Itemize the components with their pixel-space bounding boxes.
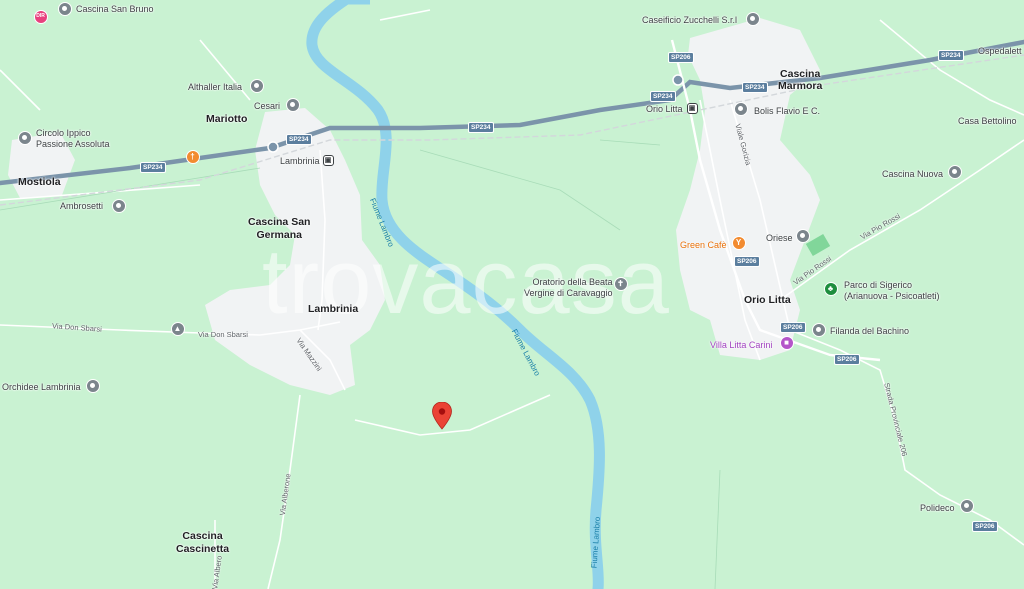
poi-label-althaller[interactable]: Althaller Italia: [188, 82, 242, 93]
poi-marker-icon[interactable]: [112, 199, 126, 213]
poi-label-filanda[interactable]: Filanda del Bachino: [830, 326, 909, 337]
poi-marker-icon[interactable]: [286, 98, 300, 112]
poi-label-polideco[interactable]: Polideco: [920, 503, 955, 514]
shield-sp206-3: SP206: [780, 322, 806, 333]
road-label-via-don-sbarsi-2: Via Don Sbarsi: [198, 330, 248, 339]
poi-label-villa[interactable]: Villa Litta Carini: [710, 340, 772, 351]
poi-label-cesari[interactable]: Cesari: [254, 101, 280, 112]
shield-sp234-3: SP234: [468, 122, 494, 133]
shield-sp234-1: SP234: [140, 162, 166, 173]
poi-label-ambrosetti[interactable]: Ambrosetti: [60, 201, 103, 212]
junction-1: [267, 141, 279, 153]
poi-label-cascina-nuova[interactable]: Cascina Nuova: [882, 169, 943, 180]
shield-sp234-5: SP234: [742, 82, 768, 93]
location-pin-icon[interactable]: [432, 402, 452, 430]
shield-sp234-2: SP234: [286, 134, 312, 145]
shield-sp206-4: SP206: [834, 354, 860, 365]
poi-label-circolo[interactable]: Circolo Ippico Passione Assoluta: [36, 128, 110, 150]
poi-label-parco[interactable]: Parco di Sigerico (Arianuova - Psicoatle…: [844, 280, 940, 302]
shield-sp234-6: SP234: [938, 50, 964, 61]
restaurant-icon[interactable]: †: [186, 150, 200, 164]
poi-label-caseificio[interactable]: Caseificio Zucchelli S.r.l: [642, 15, 737, 26]
church-icon[interactable]: ▲: [171, 322, 185, 336]
poi-marker-icon[interactable]: [948, 165, 962, 179]
poi-marker-icon[interactable]: [812, 323, 826, 337]
shield-sp206-1: SP206: [668, 52, 694, 63]
map-canvas[interactable]: trovacasa Fiume Lambro Fiume Lambro Fium…: [0, 0, 1024, 589]
shield-sp206-5: SP206: [972, 521, 998, 532]
villa-icon[interactable]: ■: [780, 336, 794, 350]
town-label-mariotto: Mariotto: [206, 113, 248, 125]
train-station-icon[interactable]: ▣: [323, 155, 334, 166]
poi-marker-icon[interactable]: [796, 229, 810, 243]
town-label-orio-litta: Orio Litta: [744, 294, 791, 306]
town-label-cascina-cascinetta: Cascina Cascinetta: [176, 530, 230, 555]
church-icon[interactable]: ✝: [614, 277, 628, 291]
shop-icon[interactable]: DIR: [34, 10, 48, 24]
poi-label-orchidee[interactable]: Orchidee Lambrinia: [2, 382, 81, 393]
town-label-ospedaletto: Ospedalett: [978, 46, 1022, 56]
shield-sp206-2: SP206: [734, 256, 760, 267]
poi-marker-icon[interactable]: [746, 12, 760, 26]
railway: [0, 54, 1024, 206]
town-label-lambrinia: Lambrinia: [308, 303, 359, 315]
poi-label-cascina-san-bruno[interactable]: Cascina San Bruno: [76, 4, 154, 15]
poi-marker-icon[interactable]: [86, 379, 100, 393]
poi-label-bolis[interactable]: Bolis Flavio E C.: [754, 106, 820, 117]
town-label-cascina-san-germana: Cascina San Germana: [248, 216, 311, 241]
shield-sp234-4: SP234: [650, 91, 676, 102]
poi-label-green-cafe[interactable]: Green Cafè: [680, 240, 727, 251]
poi-label-oratorio[interactable]: Oratorio della Beata Vergine di Caravagg…: [524, 277, 613, 299]
town-label-cascina-marmora: Cascina Marmora: [778, 68, 823, 92]
poi-label-lambrinia-station[interactable]: Lambrinia: [280, 156, 320, 167]
poi-label-orio-station[interactable]: Orio Litta: [646, 104, 683, 115]
poi-marker-icon[interactable]: [58, 2, 72, 16]
poi-marker-icon[interactable]: [734, 102, 748, 116]
poi-label-casa-bettolino[interactable]: Casa Bettolino: [958, 116, 1017, 127]
poi-marker-icon[interactable]: [960, 499, 974, 513]
train-station-icon[interactable]: ▣: [687, 103, 698, 114]
poi-marker-icon[interactable]: [18, 131, 32, 145]
town-label-mostiola: Mostiola: [18, 176, 61, 188]
cafe-icon[interactable]: Y: [732, 236, 746, 250]
park-icon[interactable]: ♣: [824, 282, 838, 296]
poi-marker-icon[interactable]: [250, 79, 264, 93]
poi-label-oriese[interactable]: Oriese: [766, 233, 793, 244]
junction-2: [672, 74, 684, 86]
